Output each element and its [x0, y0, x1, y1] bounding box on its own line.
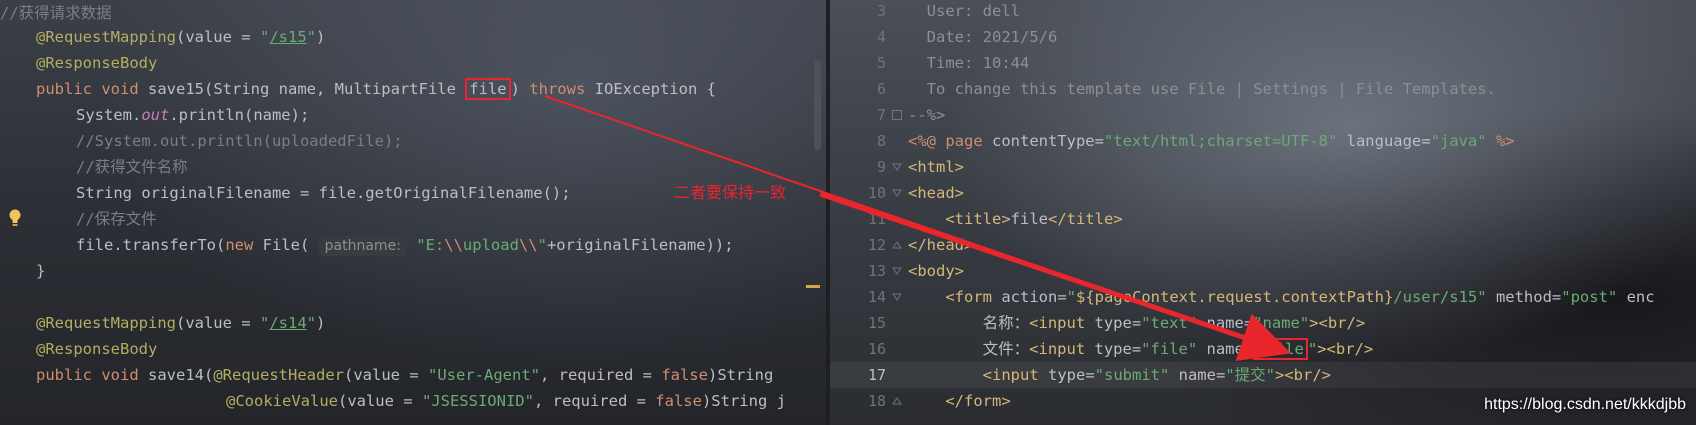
- arrow-line-thick: [819, 191, 1291, 362]
- watermark: https://blog.csdn.net/kkkdjbb: [1484, 396, 1686, 413]
- annotation-note: 二者要保持一致: [674, 183, 787, 202]
- annotation-arrow: [544, 95, 1291, 362]
